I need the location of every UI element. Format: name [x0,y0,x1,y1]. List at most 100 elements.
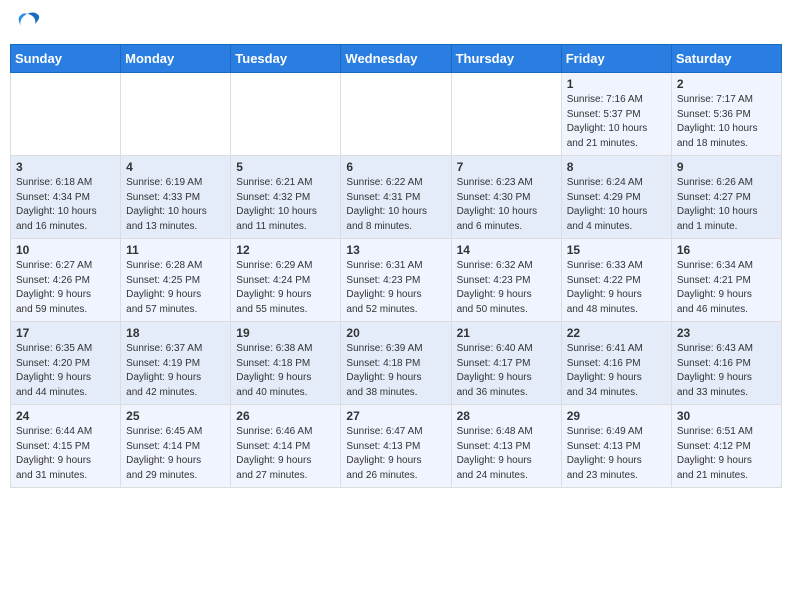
page-header [10,10,782,38]
calendar-cell: 27Sunrise: 6:47 AM Sunset: 4:13 PM Dayli… [341,405,451,488]
calendar-cell: 5Sunrise: 6:21 AM Sunset: 4:32 PM Daylig… [231,156,341,239]
day-number: 1 [567,77,666,91]
calendar-cell: 18 Sunrise: 6:37 AM Sunset: 4:19 PM Dayli… [121,322,231,405]
calendar-cell: 14Sunrise: 6:32 AM Sunset: 4:23 PM Dayli… [451,239,561,322]
day-number: 26 [236,409,335,423]
day-info: Sunrise: 6:40 AM Sunset: 4:17 PM Dayligh… [457,342,556,400]
day-info: Sunrise: 6:44 AM Sunset: 4:15 PM Dayligh… [16,425,115,483]
logo [10,10,41,38]
week-row-4: 17 Sunrise: 6:35 AM Sunset: 4:20 PM Dayli… [11,322,782,405]
day-number: 3 [16,160,115,174]
day-number: 25 [126,409,225,423]
day-number: 7 [457,160,556,174]
day-number: 27 [346,409,445,423]
day-number: 18 [126,326,225,340]
day-info: Sunrise: 6:51 AM Sunset: 4:12 PM Dayligh… [677,425,776,483]
day-info: Sunrise: 6:37 AM Sunset: 4:19 PM Dayligh… [126,342,225,400]
calendar-cell: 16 Sunrise: 6:34 AM Sunset: 4:21 PM Dayli… [671,239,781,322]
day-info: Sunrise: 6:41 AM Sunset: 4:16 PM Dayligh… [567,342,666,400]
day-number: 13 [346,243,445,257]
day-info: Sunrise: 6:23 AM Sunset: 4:30 PM Dayligh… [457,176,556,234]
calendar-cell [231,73,341,156]
day-info: Sunrise: 6:26 AM Sunset: 4:27 PM Dayligh… [677,176,776,234]
day-number: 30 [677,409,776,423]
calendar-cell: 21 Sunrise: 6:40 AM Sunset: 4:17 PM Dayli… [451,322,561,405]
calendar-cell: 7 Sunrise: 6:23 AM Sunset: 4:30 PM Daylig… [451,156,561,239]
calendar-cell: 23 Sunrise: 6:43 AM Sunset: 4:16 PM Dayli… [671,322,781,405]
day-info: Sunrise: 6:43 AM Sunset: 4:16 PM Dayligh… [677,342,776,400]
day-info: Sunrise: 6:27 AM Sunset: 4:26 PM Dayligh… [16,259,115,317]
calendar-cell: 22Sunrise: 6:41 AM Sunset: 4:16 PM Dayli… [561,322,671,405]
day-info: Sunrise: 6:34 AM Sunset: 4:21 PM Dayligh… [677,259,776,317]
week-row-5: 24 Sunrise: 6:44 AM Sunset: 4:15 PM Dayli… [11,405,782,488]
calendar-cell: 6Sunrise: 6:22 AM Sunset: 4:31 PM Daylig… [341,156,451,239]
day-number: 2 [677,77,776,91]
calendar-cell: 11 Sunrise: 6:28 AM Sunset: 4:25 PM Dayli… [121,239,231,322]
day-number: 15 [567,243,666,257]
day-number: 17 [16,326,115,340]
day-info: Sunrise: 7:16 AM Sunset: 5:37 PM Dayligh… [567,93,666,151]
weekday-header-tuesday: Tuesday [231,45,341,73]
calendar-cell [341,73,451,156]
calendar-cell: 12 Sunrise: 6:29 AM Sunset: 4:24 PM Dayli… [231,239,341,322]
calendar-cell [121,73,231,156]
day-number: 23 [677,326,776,340]
week-row-3: 10Sunrise: 6:27 AM Sunset: 4:26 PM Dayli… [11,239,782,322]
day-info: Sunrise: 6:28 AM Sunset: 4:25 PM Dayligh… [126,259,225,317]
calendar-cell: 2 Sunrise: 7:17 AM Sunset: 5:36 PM Daylig… [671,73,781,156]
bird-icon [13,10,41,38]
day-number: 9 [677,160,776,174]
calendar-cell: 26 Sunrise: 6:46 AM Sunset: 4:14 PM Dayli… [231,405,341,488]
day-number: 11 [126,243,225,257]
day-number: 29 [567,409,666,423]
calendar-cell: 25 Sunrise: 6:45 AM Sunset: 4:14 PM Dayli… [121,405,231,488]
day-info: Sunrise: 6:33 AM Sunset: 4:22 PM Dayligh… [567,259,666,317]
day-number: 20 [346,326,445,340]
weekday-header-saturday: Saturday [671,45,781,73]
week-row-2: 3 Sunrise: 6:18 AM Sunset: 4:34 PM Daylig… [11,156,782,239]
day-number: 12 [236,243,335,257]
day-info: Sunrise: 6:35 AM Sunset: 4:20 PM Dayligh… [16,342,115,400]
day-info: Sunrise: 6:45 AM Sunset: 4:14 PM Dayligh… [126,425,225,483]
day-info: Sunrise: 6:29 AM Sunset: 4:24 PM Dayligh… [236,259,335,317]
calendar-cell: 29 Sunrise: 6:49 AM Sunset: 4:13 PM Dayli… [561,405,671,488]
day-info: Sunrise: 6:19 AM Sunset: 4:33 PM Dayligh… [126,176,225,234]
day-info: Sunrise: 6:18 AM Sunset: 4:34 PM Dayligh… [16,176,115,234]
day-number: 28 [457,409,556,423]
day-info: Sunrise: 6:38 AM Sunset: 4:18 PM Dayligh… [236,342,335,400]
calendar-cell: 8 Sunrise: 6:24 AM Sunset: 4:29 PM Daylig… [561,156,671,239]
calendar-cell [451,73,561,156]
weekday-header-wednesday: Wednesday [341,45,451,73]
day-number: 5 [236,160,335,174]
day-number: 4 [126,160,225,174]
calendar-cell: 4 Sunrise: 6:19 AM Sunset: 4:33 PM Daylig… [121,156,231,239]
calendar-cell: 13Sunrise: 6:31 AM Sunset: 4:23 PM Dayli… [341,239,451,322]
calendar-cell: 1 Sunrise: 7:16 AM Sunset: 5:37 PM Daylig… [561,73,671,156]
day-info: Sunrise: 7:17 AM Sunset: 5:36 PM Dayligh… [677,93,776,151]
calendar-cell: 15 Sunrise: 6:33 AM Sunset: 4:22 PM Dayli… [561,239,671,322]
day-number: 6 [346,160,445,174]
calendar-cell: 19Sunrise: 6:38 AM Sunset: 4:18 PM Dayli… [231,322,341,405]
day-number: 14 [457,243,556,257]
weekday-header-friday: Friday [561,45,671,73]
calendar-cell: 28 Sunrise: 6:48 AM Sunset: 4:13 PM Dayli… [451,405,561,488]
calendar-cell: 3 Sunrise: 6:18 AM Sunset: 4:34 PM Daylig… [11,156,121,239]
day-info: Sunrise: 6:49 AM Sunset: 4:13 PM Dayligh… [567,425,666,483]
day-info: Sunrise: 6:39 AM Sunset: 4:18 PM Dayligh… [346,342,445,400]
calendar-cell: 20 Sunrise: 6:39 AM Sunset: 4:18 PM Dayli… [341,322,451,405]
weekday-header-thursday: Thursday [451,45,561,73]
weekday-header-monday: Monday [121,45,231,73]
weekday-header-sunday: Sunday [11,45,121,73]
calendar-cell: 9 Sunrise: 6:26 AM Sunset: 4:27 PM Daylig… [671,156,781,239]
day-number: 8 [567,160,666,174]
day-info: Sunrise: 6:24 AM Sunset: 4:29 PM Dayligh… [567,176,666,234]
day-info: Sunrise: 6:48 AM Sunset: 4:13 PM Dayligh… [457,425,556,483]
calendar-table: SundayMondayTuesdayWednesdayThursdayFrid… [10,44,782,488]
day-number: 21 [457,326,556,340]
day-number: 24 [16,409,115,423]
day-info: Sunrise: 6:46 AM Sunset: 4:14 PM Dayligh… [236,425,335,483]
day-number: 16 [677,243,776,257]
calendar-cell: 30 Sunrise: 6:51 AM Sunset: 4:12 PM Dayli… [671,405,781,488]
week-row-1: 1 Sunrise: 7:16 AM Sunset: 5:37 PM Daylig… [11,73,782,156]
calendar-cell: 24 Sunrise: 6:44 AM Sunset: 4:15 PM Dayli… [11,405,121,488]
